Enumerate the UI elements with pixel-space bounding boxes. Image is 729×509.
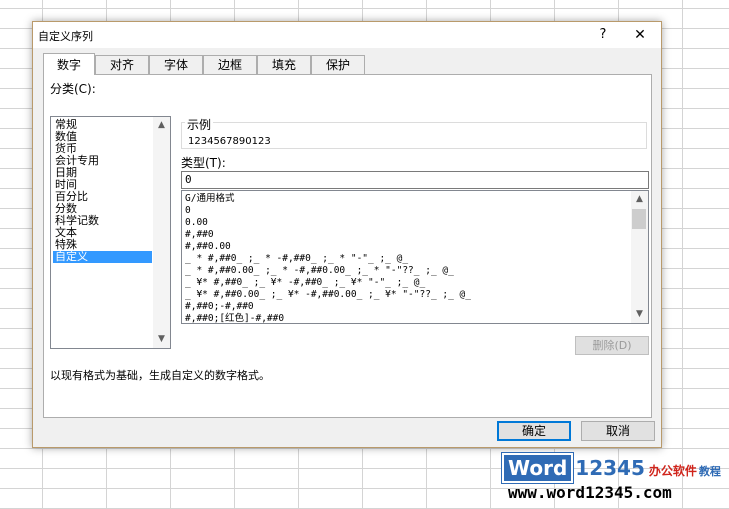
close-button[interactable]: ✕ — [629, 25, 651, 45]
tab-protection[interactable]: 保护 — [311, 55, 365, 74]
format-item[interactable]: _ * #,##0.00_ ;_ * -#,##0.00_ ;_ * "-"??… — [185, 265, 454, 277]
scroll-down-icon[interactable]: ▼ — [631, 306, 648, 323]
watermark-url: www.word12345.com — [508, 483, 672, 502]
sample-value: 1234567890123 — [188, 136, 271, 147]
sample-label: 示例 — [185, 116, 214, 133]
format-item[interactable]: _ ¥* #,##0.00_ ;_ ¥* -#,##0.00_ ;_ ¥* "-… — [185, 289, 471, 301]
scroll-thumb[interactable] — [632, 209, 646, 229]
category-scrollbar[interactable]: ▲ ▼ — [153, 117, 170, 348]
format-item[interactable]: #,##0.00 — [185, 241, 231, 253]
format-item[interactable]: G/通用格式 — [185, 193, 234, 205]
format-item[interactable]: #,##0 — [185, 229, 214, 241]
description-text: 以现有格式为基础，生成自定义的数字格式。 — [50, 369, 270, 382]
format-item[interactable]: _ * #,##0_ ;_ * -#,##0_ ;_ * "-"_ ;_ @_ — [185, 253, 408, 265]
watermark-number: 12345 — [575, 456, 645, 480]
title-bar: 自定义序列 ? ✕ — [33, 22, 661, 48]
format-item[interactable]: #,##0;[红色]-#,##0 — [185, 313, 284, 323]
category-label: 分类(C): — [50, 82, 96, 96]
format-item[interactable]: _ ¥* #,##0_ ;_ ¥* -#,##0_ ;_ ¥* "-"_ ;_ … — [185, 277, 425, 289]
format-cells-dialog: 自定义序列 ? ✕ 数字 对齐 字体 边框 填充 保护 分类(C): 常规 数值… — [32, 21, 662, 448]
format-item[interactable]: 0 — [185, 205, 191, 217]
delete-button[interactable]: 删除(D) — [575, 336, 649, 355]
scroll-up-icon[interactable]: ▲ — [631, 191, 648, 208]
watermark-top: Word 12345 办公软件 教程 — [500, 452, 721, 484]
category-list[interactable]: 常规 数值 货币 会计专用 日期 时间 百分比 分数 科学记数 文本 特殊 自定… — [50, 116, 171, 349]
tab-fill[interactable]: 填充 — [257, 55, 311, 74]
help-button[interactable]: ? — [593, 25, 613, 45]
tab-border[interactable]: 边框 — [203, 55, 257, 74]
tab-number[interactable]: 数字 — [43, 53, 95, 75]
watermark-word: Word — [500, 452, 575, 484]
format-list[interactable]: G/通用格式 0 0.00 #,##0 #,##0.00 _ * #,##0_ … — [181, 190, 649, 324]
type-label: 类型(T): — [181, 156, 226, 170]
type-input[interactable]: 0 — [181, 171, 649, 189]
cancel-button[interactable]: 取消 — [581, 421, 655, 441]
scroll-down-icon[interactable]: ▼ — [153, 331, 170, 348]
format-scrollbar[interactable]: ▲ ▼ — [631, 191, 648, 323]
format-item[interactable]: #,##0;-#,##0 — [185, 301, 254, 313]
dialog-title: 自定义序列 — [38, 30, 93, 43]
tab-font[interactable]: 字体 — [149, 55, 203, 74]
scroll-up-icon[interactable]: ▲ — [153, 117, 170, 134]
category-item-selected[interactable]: 自定义 — [53, 251, 152, 263]
ok-button[interactable]: 确定 — [497, 421, 571, 441]
watermark-subtitle: 办公软件 — [648, 464, 697, 478]
watermark-subtitle-2: 教程 — [698, 465, 721, 478]
number-tab-panel: 分类(C): 常规 数值 货币 会计专用 日期 时间 百分比 分数 科学记数 文… — [43, 74, 652, 418]
format-item[interactable]: 0.00 — [185, 217, 208, 229]
tab-alignment[interactable]: 对齐 — [95, 55, 149, 74]
watermark-logo: Word 12345 办公软件 教程 www.word12345.com — [500, 452, 726, 507]
